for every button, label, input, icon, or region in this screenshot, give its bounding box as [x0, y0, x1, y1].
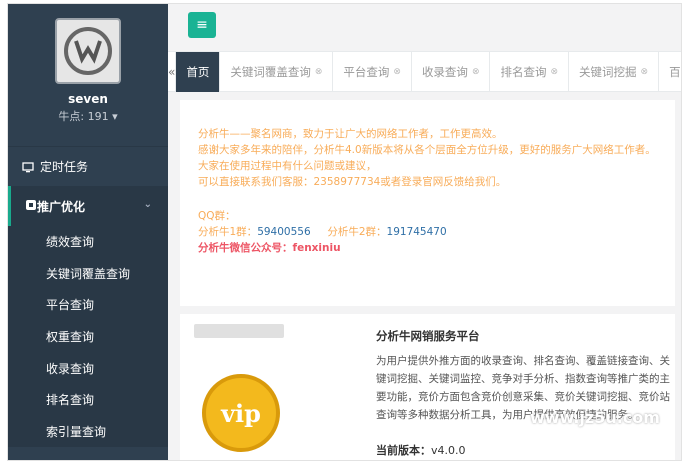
tab-platform[interactable]: 平台查询 ⊗ — [333, 52, 412, 92]
tab-label: 收录查询 — [421, 65, 468, 79]
tab-scroll-left-button[interactable]: « — [168, 52, 177, 92]
top-bar: ≡ — [168, 4, 681, 52]
sidebar-item-label: 绩效查询 — [46, 235, 95, 250]
username: seven — [68, 92, 108, 106]
sidebar-item-scheduled-tasks[interactable]: 定时任务 — [8, 146, 168, 186]
notice-line: 大家在使用过程中有什么问题或建议， — [198, 160, 377, 172]
user-profile: seven 牛点: 191 ▾ — [8, 4, 168, 146]
square-icon — [25, 199, 37, 214]
notice-line: 可以直接联系我们客服：2358977734或者登录官网反馈给我们。 — [198, 176, 507, 188]
tab-baidu-index[interactable]: 百度指 — [659, 52, 681, 92]
sidebar-item-label: 关键词覆盖查询 — [46, 266, 131, 281]
qq1-number[interactable]: 59400556 — [257, 226, 310, 238]
main-content: 分析牛——聚名网商，致力于让广大的网络工作者，工作更高效。 感谢大家多年来的陪伴… — [168, 92, 681, 460]
qq2-label: 分析牛2群： — [327, 226, 387, 238]
close-icon[interactable]: ⊗ — [393, 67, 401, 77]
tab-bar: « 首页 关键词覆盖查询 ⊗ 平台查询 ⊗ 收录查询 ⊗ 排名查询 ⊗ 关键词挖掘 ⊗ 百… — [168, 52, 681, 92]
logo-icon — [64, 27, 112, 75]
watermark: www.jz5u.com — [530, 408, 660, 427]
monitor-icon — [22, 161, 34, 173]
sidebar-item-label: 索引量查询 — [46, 424, 107, 439]
qq-label: QQ群： — [198, 210, 236, 222]
vip-badge-text: vip — [221, 398, 261, 428]
hamburger-icon: ≡ — [196, 17, 208, 33]
service-version: 当前版本：v4.0.0 — [376, 442, 466, 458]
sidebar: seven 牛点: 191 ▾ 定时任务 推广优化 ⌄ 绩效查询 关键词覆盖查询… — [8, 4, 168, 460]
notice-panel: 分析牛——聚名网商，致力于让广大的网络工作者，工作更高效。 感谢大家多年来的陪伴… — [180, 100, 675, 306]
avatar[interactable] — [55, 18, 121, 84]
sidebar-group-label: 推广优化 — [37, 199, 86, 214]
wechat-account: 分析牛微信公众号：fenxiniu — [198, 242, 341, 254]
sidebar-item-label: 平台查询 — [46, 298, 95, 313]
sidebar-group-header[interactable]: 推广优化 ⌄ — [8, 186, 168, 226]
sidebar-group-promotion: 推广优化 ⌄ 绩效查询 关键词覆盖查询 平台查询 权重查询 收录查询 排名查询 … — [8, 186, 168, 448]
qq1-label: 分析牛1群： — [198, 226, 258, 238]
tab-label: 首页 — [186, 65, 210, 79]
tab-keyword-mining[interactable]: 关键词挖掘 ⊗ — [569, 52, 660, 92]
tab-label: 关键词覆盖查询 — [230, 65, 311, 79]
tab-label: 关键词挖掘 — [579, 65, 637, 79]
tab-label: 排名查询 — [500, 65, 547, 79]
tab-label: 平台查询 — [343, 65, 390, 79]
sidebar-item-keyword-coverage[interactable]: 关键词覆盖查询 — [8, 258, 168, 290]
version-value: v4.0.0 — [431, 444, 466, 457]
notice-line: 分析牛——聚名网商，致力于让广大的网络工作者，工作更高效。 — [198, 128, 503, 140]
tab-home[interactable]: 首页 — [176, 52, 221, 92]
double-chevron-left-icon: « — [168, 65, 176, 79]
sidebar-item-performance[interactable]: 绩效查询 — [8, 226, 168, 258]
menu-toggle-button[interactable]: ≡ — [188, 12, 216, 38]
close-icon[interactable]: ⊗ — [641, 67, 649, 77]
notice-line: 感谢大家多年来的陪伴，分析牛4.0新版本将从各个层面全方位升级，更好的服务广大网… — [198, 144, 656, 156]
user-points[interactable]: 牛点: 191 ▾ — [8, 108, 168, 124]
sidebar-item-label: 排名查询 — [46, 393, 95, 408]
sidebar-item-indexing[interactable]: 收录查询 — [8, 352, 168, 384]
tab-keyword-coverage[interactable]: 关键词覆盖查询 ⊗ — [220, 52, 334, 92]
tab-indexing[interactable]: 收录查询 ⊗ — [412, 52, 491, 92]
blurred-text — [194, 324, 284, 338]
sidebar-item-index-volume[interactable]: 索引量查询 — [8, 416, 168, 448]
sidebar-item-weight[interactable]: 权重查询 — [8, 321, 168, 353]
qq-groups: 分析牛1群：59400556 分析牛2群：191745470 — [198, 224, 675, 240]
qq2-number[interactable]: 191745470 — [387, 226, 447, 238]
app-window: seven 牛点: 191 ▾ 定时任务 推广优化 ⌄ 绩效查询 关键词覆盖查询… — [7, 3, 682, 461]
tab-label: 百度指 — [669, 65, 681, 79]
version-label: 当前版本： — [376, 444, 431, 457]
service-title: 分析牛网销服务平台 — [376, 329, 480, 343]
close-icon[interactable]: ⊗ — [472, 67, 480, 77]
sidebar-item-label: 收录查询 — [46, 361, 95, 376]
sidebar-item-platform[interactable]: 平台查询 — [8, 289, 168, 321]
chevron-down-icon: ⌄ — [143, 199, 152, 210]
close-icon[interactable]: ⊗ — [550, 67, 558, 77]
sidebar-item-label: 定时任务 — [40, 160, 89, 174]
vip-badge: vip — [202, 374, 280, 452]
service-panel: vip 分析牛网销服务平台 为用户提供外推方面的收录查询、排名查询、覆盖链接查询… — [180, 314, 675, 460]
sidebar-item-ranking[interactable]: 排名查询 — [8, 384, 168, 416]
sidebar-item-label: 权重查询 — [46, 330, 95, 345]
close-icon[interactable]: ⊗ — [315, 67, 323, 77]
tab-ranking[interactable]: 排名查询 ⊗ — [490, 52, 570, 92]
